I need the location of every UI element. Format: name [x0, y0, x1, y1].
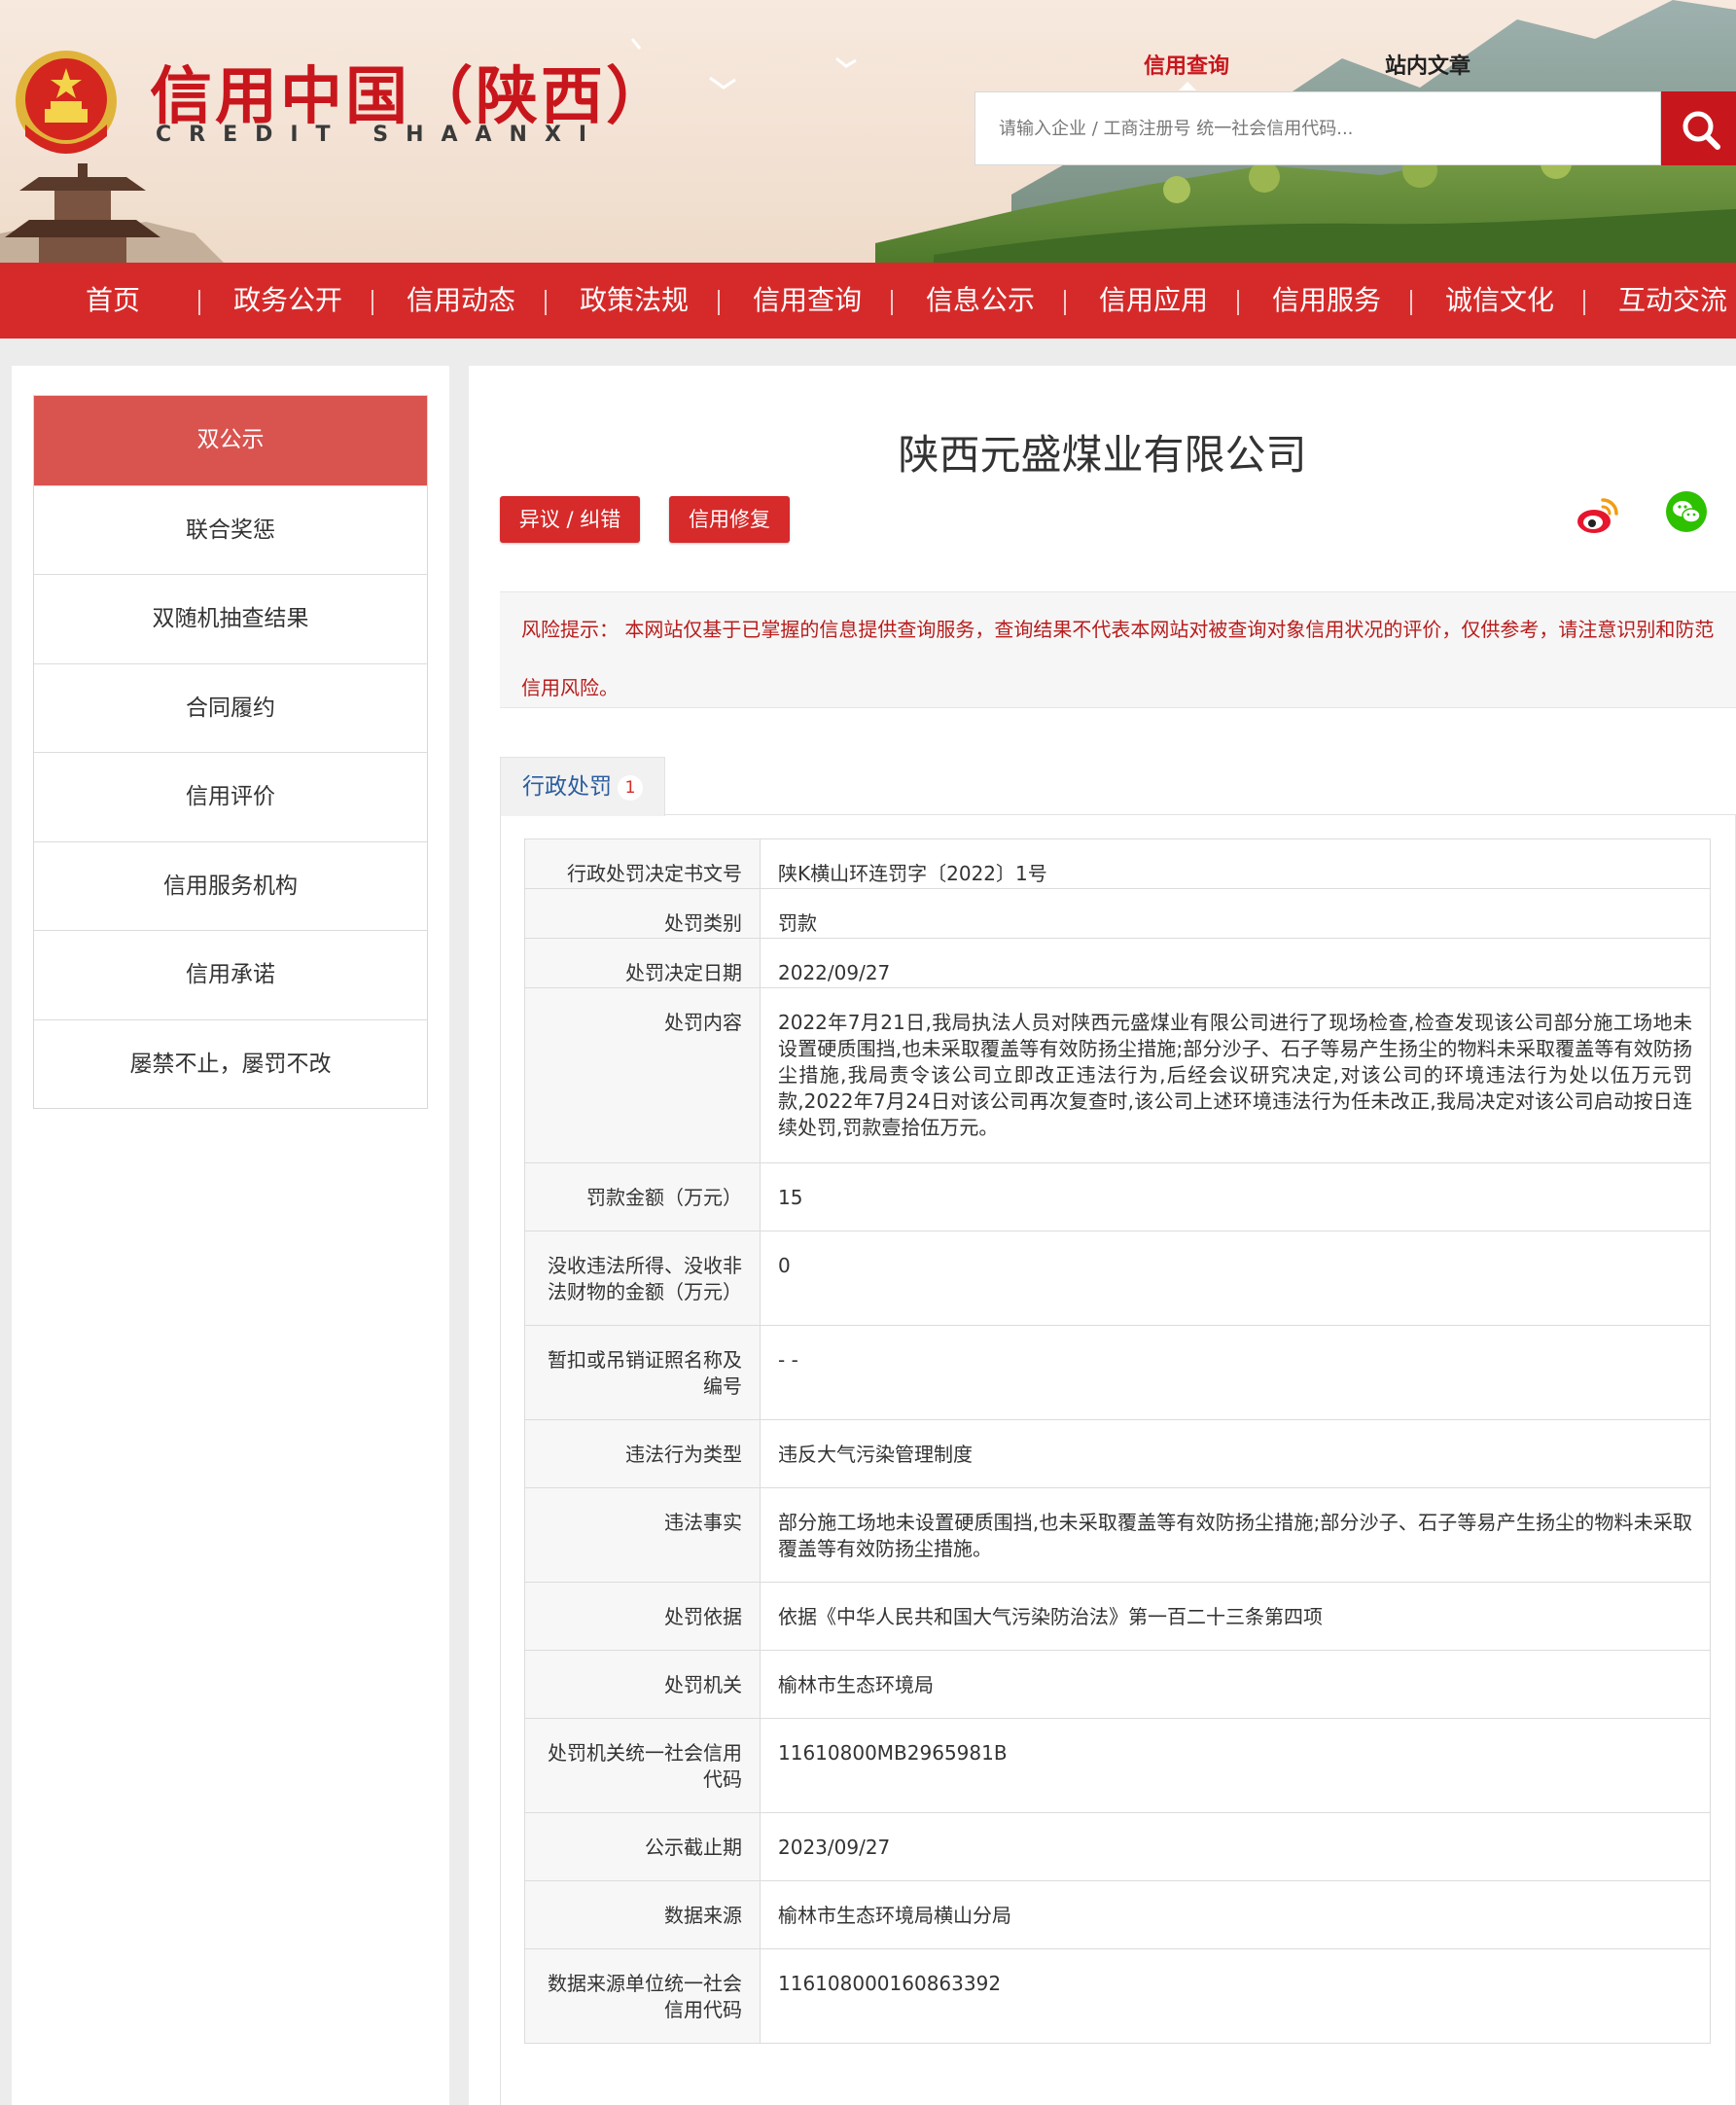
nav-separator: [1064, 290, 1066, 315]
company-name: 陕西元盛煤业有限公司: [898, 431, 1307, 479]
table-row: 处罚机关 榆林市生态环境局: [524, 1650, 1711, 1719]
sidebar: 双公示 联合奖惩 双随机抽查结果 合同履约 信用评价 信用服务机构 信用承诺 屡…: [12, 366, 449, 2105]
table-row: 处罚决定日期 2022/09/27: [524, 938, 1711, 988]
field-label: 违法事实: [524, 1487, 761, 1583]
search-button[interactable]: [1661, 91, 1736, 165]
penalty-detail-panel: 行政处罚决定书文号 陕K横山环连罚字〔2022〕1号 处罚类别 罚款 处罚决定日…: [500, 815, 1736, 2105]
field-value: 116108000160863392: [760, 1948, 1711, 2044]
nav-item-policies[interactable]: 政策法规: [580, 263, 689, 339]
field-value: 11610800MB2965981B: [760, 1718, 1711, 1813]
table-row: 公示截止期 2023/09/27: [524, 1812, 1711, 1881]
field-value: 2022/09/27: [760, 938, 1711, 988]
sidebar-item-credit-service-agency[interactable]: 信用服务机构: [34, 840, 427, 930]
field-label: 数据来源: [524, 1880, 761, 1949]
table-row: 处罚内容 2022年7月21日,我局执法人员对陕西元盛煤业有限公司进行了现场检查…: [524, 987, 1711, 1163]
table-row: 违法行为类型 违反大气污染管理制度: [524, 1419, 1711, 1488]
field-label: 没收违法所得、没收非法财物的金额（万元）: [524, 1231, 761, 1326]
main-nav: 首页 政务公开 信用动态 政策法规 信用查询 信息公示 信用应用 信用服务 诚信…: [0, 263, 1736, 339]
nav-item-integrity-culture[interactable]: 诚信文化: [1445, 263, 1554, 339]
table-row: 处罚依据 依据《中华人民共和国大气污染防治法》第一百二十三条第四项: [524, 1582, 1711, 1651]
field-label: 行政处罚决定书文号: [524, 838, 761, 889]
search-tab-credit-query[interactable]: 信用查询: [1144, 49, 1229, 80]
table-row: 罚款金额（万元） 15: [524, 1162, 1711, 1231]
field-label: 处罚内容: [524, 987, 761, 1163]
field-value: - -: [760, 1325, 1711, 1420]
sidebar-item-credit-rating[interactable]: 信用评价: [34, 752, 427, 841]
table-row: 暂扣或吊销证照名称及编号 - -: [524, 1325, 1711, 1420]
nav-separator: [545, 290, 547, 315]
table-row: 违法事实 部分施工场地未设置硬质围挡,也未采取覆盖等有效防扬尘措施;部分沙子、石…: [524, 1487, 1711, 1583]
national-emblem-icon: [16, 51, 117, 154]
table-row: 数据来源 榆林市生态环境局横山分局: [524, 1880, 1711, 1949]
field-label: 处罚决定日期: [524, 938, 761, 988]
nav-item-credit-query[interactable]: 信用查询: [753, 263, 862, 339]
field-value: 榆林市生态环境局: [760, 1650, 1711, 1719]
search-box: [974, 91, 1661, 165]
tab-label: 行政处罚: [522, 774, 612, 800]
site-subtitle: CREDIT SHAANXI: [156, 123, 605, 147]
nav-separator: [891, 290, 893, 315]
nav-separator: [372, 290, 373, 315]
nav-separator: [1410, 290, 1412, 315]
field-value: 15: [760, 1162, 1711, 1231]
field-value: 2023/09/27: [760, 1812, 1711, 1881]
nav-item-credit-application[interactable]: 信用应用: [1099, 263, 1208, 339]
field-value: 陕K横山环连罚字〔2022〕1号: [760, 838, 1711, 889]
field-label: 数据来源单位统一社会信用代码: [524, 1948, 761, 2044]
nav-item-info-disclosure[interactable]: 信息公示: [926, 263, 1035, 339]
risk-notice: 风险提示： 本网站仅基于已掌握的信息提供查询服务，查询结果不代表本网站对被查询对…: [500, 591, 1736, 708]
field-label: 暂扣或吊销证照名称及编号: [524, 1325, 761, 1420]
table-row: 处罚机关统一社会信用代码 11610800MB2965981B: [524, 1718, 1711, 1813]
field-label: 违法行为类型: [524, 1419, 761, 1488]
nav-item-credit-news[interactable]: 信用动态: [407, 263, 515, 339]
tab-administrative-penalty[interactable]: 行政处罚 1: [500, 757, 665, 816]
sidebar-menu: 双公示 联合奖惩 双随机抽查结果 合同履约 信用评价 信用服务机构 信用承诺 屡…: [33, 395, 428, 1109]
nav-separator: [718, 290, 720, 315]
main-content: 陕西元盛煤业有限公司 异议 / 纠错 信用修复 风险提示： 本网站仅基于已掌握的…: [469, 366, 1736, 2105]
table-row: 处罚类别 罚款: [524, 888, 1711, 939]
search-tab-site-articles[interactable]: 站内文章: [1385, 49, 1470, 80]
field-label: 公示截止期: [524, 1812, 761, 1881]
sidebar-item-double-disclosure[interactable]: 双公示: [34, 396, 427, 485]
sidebar-item-credit-commitment[interactable]: 信用承诺: [34, 930, 427, 1019]
nav-separator: [1237, 290, 1239, 315]
field-value: 依据《中华人民共和国大气污染防治法》第一百二十三条第四项: [760, 1582, 1711, 1651]
field-label: 处罚机关: [524, 1650, 761, 1719]
weibo-icon[interactable]: [1574, 492, 1620, 539]
penalty-detail-table: 行政处罚决定书文号 陕K横山环连罚字〔2022〕1号 处罚类别 罚款 处罚决定日…: [524, 838, 1711, 2044]
active-tab-indicator: [1179, 82, 1196, 90]
tab-bar: 行政处罚 1: [500, 757, 1736, 816]
field-value: 0: [760, 1231, 1711, 1326]
field-label: 处罚机关统一社会信用代码: [524, 1718, 761, 1813]
field-value: 违反大气污染管理制度: [760, 1419, 1711, 1488]
wechat-icon[interactable]: [1665, 490, 1708, 533]
credit-repair-button[interactable]: 信用修复: [669, 496, 790, 543]
field-label: 罚款金额（万元）: [524, 1162, 761, 1231]
search-icon: [1683, 111, 1720, 150]
dispute-correction-button[interactable]: 异议 / 纠错: [500, 496, 640, 543]
field-value: 罚款: [760, 888, 1711, 939]
nav-item-credit-service[interactable]: 信用服务: [1272, 263, 1381, 339]
sidebar-item-repeat-offenders[interactable]: 屡禁不止，屡罚不改: [34, 1018, 427, 1108]
sidebar-item-random-inspection[interactable]: 双随机抽查结果: [34, 574, 427, 663]
sidebar-item-joint-reward-punishment[interactable]: 联合奖惩: [34, 484, 427, 574]
table-row: 数据来源单位统一社会信用代码 116108000160863392: [524, 1948, 1711, 2044]
field-label: 处罚类别: [524, 888, 761, 939]
table-row: 行政处罚决定书文号 陕K横山环连罚字〔2022〕1号: [524, 838, 1711, 889]
nav-item-interaction[interactable]: 互动交流: [1618, 263, 1727, 339]
field-value: 榆林市生态环境局横山分局: [760, 1880, 1711, 1949]
field-label: 处罚依据: [524, 1582, 761, 1651]
field-value: 2022年7月21日,我局执法人员对陕西元盛煤业有限公司进行了现场检查,检查发现…: [760, 987, 1711, 1163]
tab-count-badge: 1: [618, 774, 643, 801]
search-input[interactable]: [975, 92, 1660, 164]
field-value: 部分施工场地未设置硬质围挡,也未采取覆盖等有效防扬尘措施;部分沙子、石子等易产生…: [760, 1487, 1711, 1583]
nav-separator: [198, 290, 200, 315]
nav-item-government-affairs[interactable]: 政务公开: [233, 263, 342, 339]
sidebar-item-contract-performance[interactable]: 合同履约: [34, 662, 427, 752]
nav-separator: [1583, 290, 1585, 315]
header-banner: 信用中国（陕西） CREDIT SHAANXI 信用查询 站内文章: [0, 0, 1736, 263]
table-row: 没收违法所得、没收非法财物的金额（万元） 0: [524, 1231, 1711, 1326]
nav-item-home[interactable]: 首页: [86, 263, 140, 339]
